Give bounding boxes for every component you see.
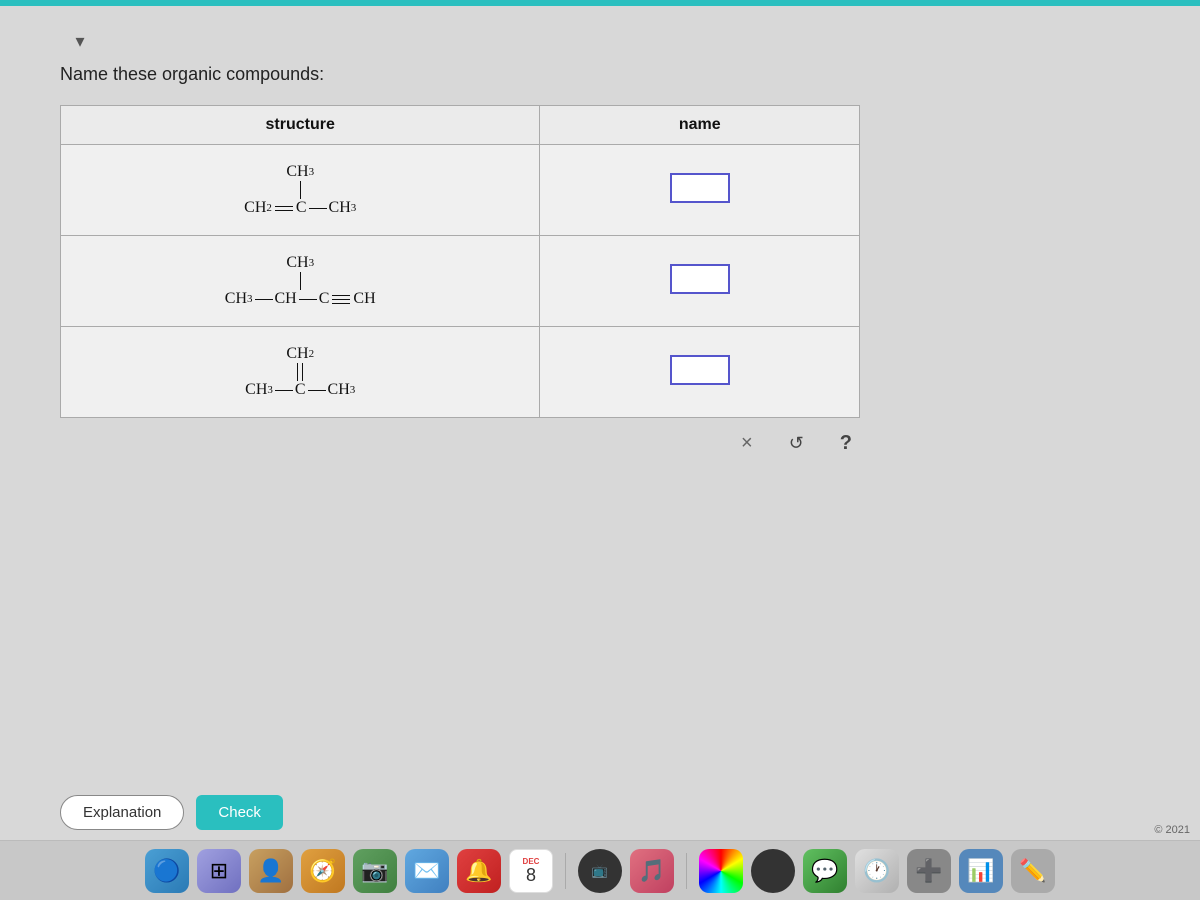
double-bond-1 [275, 206, 293, 211]
dock-bar: 🔵 ⊞ 👤 🧭 📷 ✉️ 🔔 DEC 8 📺 🎵 💬 🕐 ➕ 📊 ✏️ [0, 840, 1200, 900]
col-name-header: name [540, 106, 860, 145]
triple-bond-2 [332, 295, 350, 304]
chem-vert-bond-2 [300, 272, 301, 290]
dock-contacts-icon[interactable]: 👤 [249, 849, 293, 893]
answer-input-3[interactable] [670, 355, 730, 385]
dock-notification-icon[interactable]: 🔔 [457, 849, 501, 893]
compound-table: structure name CH3 [60, 105, 860, 418]
col-structure-header: structure [61, 106, 540, 145]
explanation-button[interactable]: Explanation [60, 795, 184, 830]
name-cell-1 [540, 145, 860, 236]
structure-cell-2: CH3 CH3 CH C [61, 236, 540, 327]
chevron-area[interactable]: ▾ [60, 26, 100, 56]
chem-row-main-3: CH3 C CH3 [245, 381, 355, 399]
dock-messages-icon[interactable]: 💬 [803, 849, 847, 893]
table-row: CH2 CH3 C [61, 327, 860, 418]
dock-tv-icon[interactable]: 📺 [578, 849, 622, 893]
copyright-text: © 2021 [1154, 824, 1190, 836]
dock-music-icon[interactable]: 🎵 [630, 849, 674, 893]
dock-plus-icon[interactable]: ➕ [907, 849, 951, 893]
dock-safari-icon[interactable]: 🧭 [301, 849, 345, 893]
chem-vert-double-bond-3 [297, 363, 303, 381]
structure-cell-1: CH3 CH2 C [61, 145, 540, 236]
dock-clock-icon[interactable]: 🕐 [855, 849, 899, 893]
single-bond-3b [308, 390, 326, 391]
question-title: Name these organic compounds: [60, 64, 324, 85]
single-bond-2a [255, 299, 273, 300]
dock-separator [565, 853, 566, 889]
table-row: CH3 CH2 C [61, 145, 860, 236]
chem-vert-bond-1 [300, 181, 301, 199]
single-bond-1 [309, 208, 327, 209]
chem-row-main-2: CH3 CH C CH [225, 290, 376, 308]
structure-cell-3: CH2 CH3 C [61, 327, 540, 418]
main-content: ▾ Name these organic compounds: structur… [0, 6, 1200, 840]
dock-separator-2 [686, 853, 687, 889]
chem-row-main-1: CH2 C CH3 [244, 199, 356, 217]
structure-1: CH3 CH2 C [91, 163, 509, 217]
help-button[interactable]: ? [832, 428, 860, 459]
dock-pencil-icon[interactable]: ✏️ [1011, 849, 1055, 893]
chem-row-top-1: CH3 [286, 163, 314, 181]
close-button[interactable]: × [733, 428, 761, 459]
dock-mail-icon[interactable]: ✉️ [405, 849, 449, 893]
name-cell-2 [540, 236, 860, 327]
chevron-down-icon: ▾ [75, 31, 84, 52]
dock-sysprefs-icon[interactable] [699, 849, 743, 893]
dock-finder-icon[interactable]: 🔵 [145, 849, 189, 893]
calendar-day: 8 [526, 866, 536, 884]
single-bond-2b [299, 299, 317, 300]
dock-camera-icon[interactable]: 📷 [353, 849, 397, 893]
table-row: CH3 CH3 CH C [61, 236, 860, 327]
undo-button[interactable]: ↺ [781, 429, 812, 458]
dock-calendar-icon[interactable]: DEC 8 [509, 849, 553, 893]
chem-row-top-3: CH2 [286, 345, 314, 363]
name-cell-3 [540, 327, 860, 418]
dock-stats-icon[interactable]: 📊 [959, 849, 1003, 893]
action-row: × ↺ ? [60, 428, 860, 459]
answer-input-1[interactable] [670, 173, 730, 203]
bottom-buttons: Explanation Check [60, 795, 283, 830]
chem-row-top-2: CH3 [286, 254, 314, 272]
structure-3: CH2 CH3 C [91, 345, 509, 399]
dock-dark-icon[interactable] [751, 849, 795, 893]
dock-launchpad-icon[interactable]: ⊞ [197, 849, 241, 893]
answer-input-2[interactable] [670, 264, 730, 294]
check-button[interactable]: Check [196, 795, 283, 830]
single-bond-3a [275, 390, 293, 391]
structure-2: CH3 CH3 CH C [91, 254, 509, 308]
